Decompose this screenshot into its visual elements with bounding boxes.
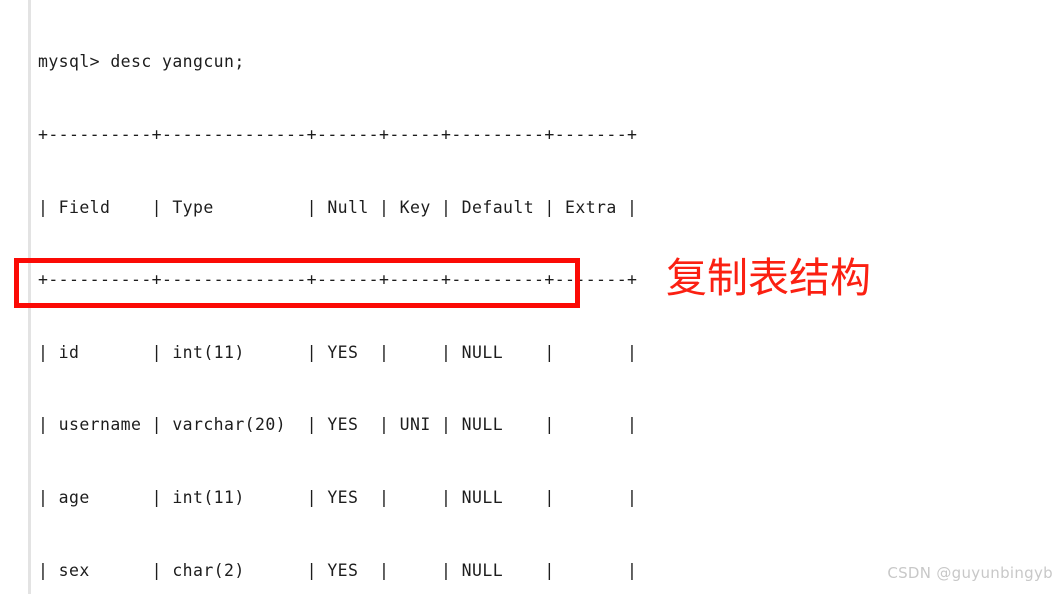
terminal-line: | id | int(11) | YES | | NULL | | xyxy=(38,342,638,362)
terminal-line: +----------+--------------+------+-----+… xyxy=(38,125,638,145)
terminal-line: | Field | Type | Null | Key | Default | … xyxy=(38,197,638,217)
annotation-label: 复制表结构 xyxy=(666,254,871,302)
terminal-line: mysql> desc yangcun; xyxy=(38,52,245,72)
terminal-line: | sex | char(2) | YES | | NULL | | xyxy=(38,560,638,580)
watermark: CSDN @guyunbingyb xyxy=(887,564,1053,582)
gutter-rule xyxy=(28,0,31,594)
terminal-line: | age | int(11) | YES | | NULL | | xyxy=(38,488,638,508)
terminal-line: | username | varchar(20) | YES | UNI | N… xyxy=(38,415,638,435)
screenshot-root: mysql> desc yangcun; +----------+-------… xyxy=(0,0,1063,594)
